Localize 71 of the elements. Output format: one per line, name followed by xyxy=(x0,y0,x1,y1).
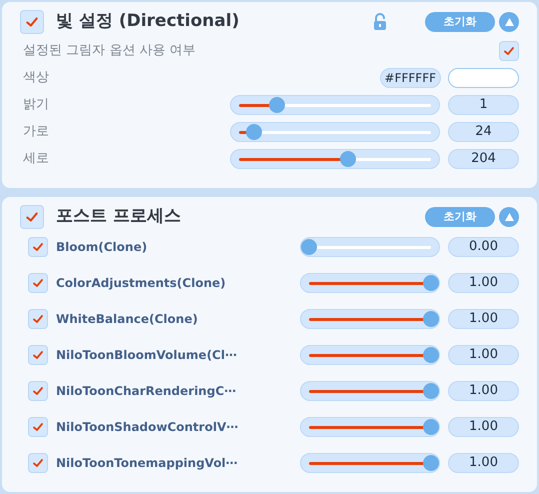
check-icon xyxy=(32,313,44,325)
slider[interactable] xyxy=(300,453,440,473)
panel-title: 빛 설정 (Directional) xyxy=(56,10,240,34)
slider[interactable] xyxy=(300,237,440,257)
hex-field[interactable]: #FFFFFF xyxy=(380,68,441,88)
slider[interactable] xyxy=(300,345,440,365)
unlock-icon[interactable] xyxy=(373,13,387,31)
checkbox[interactable] xyxy=(28,453,48,473)
slider[interactable] xyxy=(300,381,440,401)
check-icon xyxy=(503,45,515,57)
triangle-up-icon xyxy=(504,18,514,26)
setting-label: 밝기 xyxy=(23,96,49,114)
slider-thumb[interactable] xyxy=(423,383,439,399)
panel-title: 포스트 프로세스 xyxy=(56,205,181,228)
effect-label: ColorAdjustments(Clone) xyxy=(56,275,226,292)
checkbox[interactable] xyxy=(28,381,48,401)
slider-thumb[interactable] xyxy=(423,275,439,291)
slider-thumb[interactable] xyxy=(423,455,439,471)
slider-thumb[interactable] xyxy=(423,419,439,435)
check-icon xyxy=(32,421,44,433)
value-field[interactable]: 1.00 xyxy=(448,381,519,401)
checkbox[interactable] xyxy=(499,41,519,61)
effect-label: Bloom(Clone) xyxy=(56,239,148,256)
slider-thumb[interactable] xyxy=(340,151,356,167)
slider[interactable] xyxy=(230,95,440,115)
check-icon xyxy=(32,385,44,397)
checkbox[interactable] xyxy=(20,10,44,34)
check-icon xyxy=(32,457,44,469)
slider[interactable] xyxy=(230,149,440,169)
value-field[interactable]: 1.00 xyxy=(448,417,519,437)
value-field[interactable]: 1.00 xyxy=(448,309,519,329)
slider-thumb[interactable] xyxy=(301,239,317,255)
setting-label: 색상 xyxy=(23,69,49,88)
effect-label: NiloToonShadowControlV⋯ xyxy=(56,419,238,436)
check-icon xyxy=(32,277,44,289)
check-icon xyxy=(25,15,39,29)
collapse-button[interactable] xyxy=(499,12,519,32)
slider-thumb[interactable] xyxy=(246,124,262,140)
effect-label: NiloToonBloomVolume(Cl⋯ xyxy=(56,347,237,364)
slider[interactable] xyxy=(230,122,440,142)
value-field[interactable]: 24 xyxy=(448,122,519,142)
checkbox[interactable] xyxy=(28,345,48,365)
triangle-up-icon xyxy=(504,213,514,221)
check-icon xyxy=(32,241,44,253)
effect-label: WhiteBalance(Clone) xyxy=(56,311,198,328)
checkbox[interactable] xyxy=(28,309,48,329)
checkbox[interactable] xyxy=(28,273,48,293)
slider-thumb[interactable] xyxy=(423,347,439,363)
check-icon xyxy=(32,349,44,361)
value-field[interactable]: 0.00 xyxy=(448,237,519,257)
value-field[interactable]: 1.00 xyxy=(448,345,519,365)
effect-label: NiloToonCharRenderingC⋯ xyxy=(56,383,236,400)
collapse-button[interactable] xyxy=(499,207,519,227)
checkbox[interactable] xyxy=(20,205,44,229)
color-swatch[interactable] xyxy=(448,68,519,88)
slider[interactable] xyxy=(300,273,440,293)
slider-thumb[interactable] xyxy=(423,311,439,327)
slider[interactable] xyxy=(300,417,440,437)
checkbox[interactable] xyxy=(28,237,48,257)
value-field[interactable]: 204 xyxy=(448,149,519,169)
setting-label: 설정된 그림자 옵션 사용 여부 xyxy=(23,42,196,60)
value-field[interactable]: 1.00 xyxy=(448,453,519,473)
check-icon xyxy=(25,210,39,224)
slider-thumb[interactable] xyxy=(269,97,286,113)
setting-label: 가로 xyxy=(23,123,49,142)
effect-label: NiloToonTonemappingVol⋯ xyxy=(56,455,238,472)
slider[interactable] xyxy=(300,309,440,329)
value-field[interactable]: 1.00 xyxy=(448,273,519,293)
setting-label: 세로 xyxy=(23,150,49,168)
checkbox[interactable] xyxy=(28,417,48,437)
value-field[interactable]: 1 xyxy=(448,95,519,115)
